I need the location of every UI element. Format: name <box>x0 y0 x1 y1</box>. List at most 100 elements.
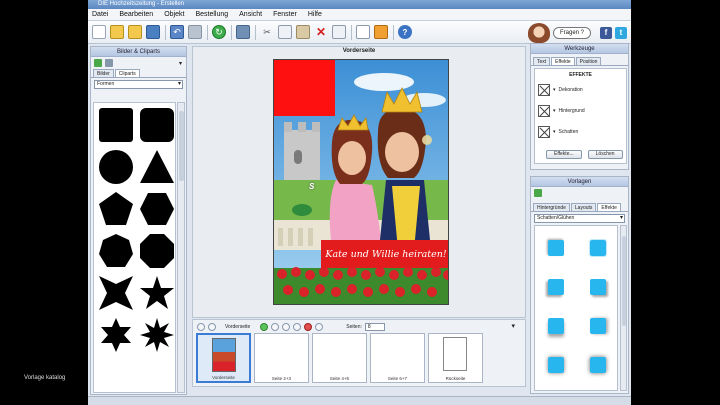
panel-tabs: Bilder Cliparts <box>91 69 186 78</box>
tab-text[interactable]: Text <box>533 57 551 65</box>
effect-tile[interactable] <box>577 345 619 384</box>
delete-icon[interactable]: ✕ <box>314 25 328 39</box>
menu-bestellung[interactable]: Bestellung <box>195 11 228 18</box>
effect-tile[interactable] <box>535 267 577 306</box>
shape-triangle[interactable] <box>136 146 177 188</box>
tab-effekte-templates[interactable]: Effekte <box>597 203 621 211</box>
shape-circle[interactable] <box>95 146 136 188</box>
templates-tabs: Hintergründe Layouts Effekte <box>531 203 628 212</box>
toolbar-separator <box>351 24 352 40</box>
menu-fenster[interactable]: Fenster <box>273 11 297 18</box>
template-tool-icon[interactable] <box>534 189 542 197</box>
effect-label: Hintergrund <box>558 108 585 114</box>
effect-tile[interactable] <box>577 306 619 345</box>
prev-page-icon[interactable] <box>208 322 216 331</box>
effect-tile[interactable] <box>535 228 577 267</box>
next-page-icon[interactable] <box>271 322 280 331</box>
shape-gallery-scrollbar[interactable] <box>177 102 185 393</box>
tab-hintergruende[interactable]: Hintergründe <box>533 203 570 211</box>
tab-layouts[interactable]: Layouts <box>570 203 597 211</box>
pages-strip: Vorderseite Seiten: 8 ▾ Vorderseite Seit… <box>192 319 526 387</box>
effect-row-dekoration[interactable]: ▾ Dekoration <box>535 81 626 99</box>
effect-tile[interactable] <box>535 345 577 384</box>
shape-hexagon[interactable] <box>136 188 177 230</box>
undo-icon[interactable]: ↶ <box>170 25 184 39</box>
red-rectangle-shape[interactable] <box>274 60 335 116</box>
paste-icon[interactable] <box>296 25 310 39</box>
layer-icon[interactable] <box>332 25 346 39</box>
effect-tile[interactable] <box>535 306 577 345</box>
template-category-select[interactable]: Schatten/Glühen <box>534 214 625 223</box>
selection-handle[interactable]: S <box>309 182 314 191</box>
add-page-icon[interactable] <box>260 322 269 331</box>
shape-rounded-square-large[interactable] <box>136 104 177 146</box>
open-recent-icon[interactable] <box>128 25 142 39</box>
shape-rounded-square[interactable] <box>95 104 136 146</box>
twitter-icon[interactable]: t <box>615 26 627 39</box>
images-cliparts-panel: Bilder & Cliparts ▾ Bilder Cliparts Form… <box>90 46 187 395</box>
menu-objekt[interactable]: Objekt <box>164 11 184 18</box>
redo-icon[interactable] <box>188 25 202 39</box>
cut-icon[interactable]: ✂ <box>260 25 274 39</box>
menu-hilfe[interactable]: Hilfe <box>308 11 322 18</box>
first-page-icon[interactable] <box>197 322 205 331</box>
refresh-icon[interactable]: ↻ <box>212 25 226 39</box>
copy-icon[interactable] <box>278 25 292 39</box>
chevron-down-icon[interactable]: ▾ <box>511 322 515 330</box>
shape-eight-point-star[interactable] <box>136 314 177 356</box>
effects-button[interactable]: Effekte... <box>546 150 582 159</box>
thumbnail-seite-6-7[interactable]: Seite 6+7 <box>370 333 425 383</box>
new-doc-icon[interactable] <box>92 25 106 39</box>
tab-cliparts[interactable]: Cliparts <box>114 69 140 77</box>
panel-title: Bilder & Cliparts <box>91 47 186 57</box>
assistant-avatar[interactable] <box>527 22 550 43</box>
title-banner[interactable]: Kate und Willie heiraten! <box>321 240 448 268</box>
menu-ansicht[interactable]: Ansicht <box>239 11 262 18</box>
thumbnail-rueckseite[interactable]: Rückseite <box>428 333 483 383</box>
thumbnail-seite-2-3[interactable]: Seite 2+3 <box>254 333 309 383</box>
open-folder-icon[interactable] <box>110 25 124 39</box>
tab-bilder[interactable]: Bilder <box>93 69 114 77</box>
shape-five-point-star[interactable] <box>136 272 177 314</box>
front-page[interactable]: S Kate und Willie heiraten! <box>273 59 449 305</box>
pages-count-select[interactable]: 8 <box>364 322 385 331</box>
toolbar-separator <box>255 24 256 40</box>
chevron-down-icon[interactable]: ▾ <box>553 108 556 114</box>
canvas-title: Vorderseite <box>342 48 376 54</box>
effect-row-hintergrund[interactable]: ▾ Hintergrund <box>535 102 626 120</box>
effect-tile[interactable] <box>577 228 619 267</box>
move-page-icon[interactable] <box>315 322 324 331</box>
delete-effect-button[interactable]: Löschen <box>587 150 623 159</box>
effect-row-schatten[interactable]: ▾ Schatten <box>535 123 626 141</box>
shape-octagon[interactable] <box>136 230 177 272</box>
fragen-button[interactable]: Fragen ? <box>552 26 591 39</box>
facebook-icon[interactable]: f <box>600 26 612 39</box>
image-options-icon[interactable] <box>105 59 113 67</box>
last-page-icon[interactable] <box>282 322 291 331</box>
thumbnail-seite-4-5[interactable]: Seite 4+5 <box>312 333 367 383</box>
image-icon[interactable] <box>236 25 250 39</box>
tab-position[interactable]: Position <box>575 57 602 65</box>
category-select[interactable]: Formen <box>94 80 183 89</box>
help-icon[interactable]: ? <box>398 25 412 39</box>
chevron-down-icon[interactable]: ▾ <box>179 60 182 67</box>
add-image-icon[interactable] <box>94 59 102 67</box>
shape-four-point-star[interactable] <box>95 272 136 314</box>
shape-heptagon[interactable] <box>95 230 136 272</box>
order-icon[interactable] <box>374 25 388 39</box>
shape-pentagon[interactable] <box>95 188 136 230</box>
delete-page-icon[interactable] <box>304 322 313 331</box>
chevron-down-icon[interactable]: ▾ <box>553 87 556 93</box>
menu-datei[interactable]: Datei <box>92 11 108 18</box>
chevron-down-icon[interactable]: ▾ <box>553 129 556 135</box>
shape-six-point-star[interactable] <box>95 314 136 356</box>
thumbnail-vorderseite[interactable]: Vorderseite <box>196 333 251 383</box>
menu-bearbeiten[interactable]: Bearbeiten <box>119 11 153 18</box>
save-icon[interactable] <box>146 25 160 39</box>
tab-effekte[interactable]: Effekte <box>551 57 575 65</box>
preview-icon[interactable] <box>356 25 370 39</box>
panel-title: Werkzeuge <box>531 44 628 54</box>
effect-tile[interactable] <box>577 267 619 306</box>
copy-page-icon[interactable] <box>293 322 302 331</box>
templates-scrollbar[interactable] <box>620 225 627 391</box>
